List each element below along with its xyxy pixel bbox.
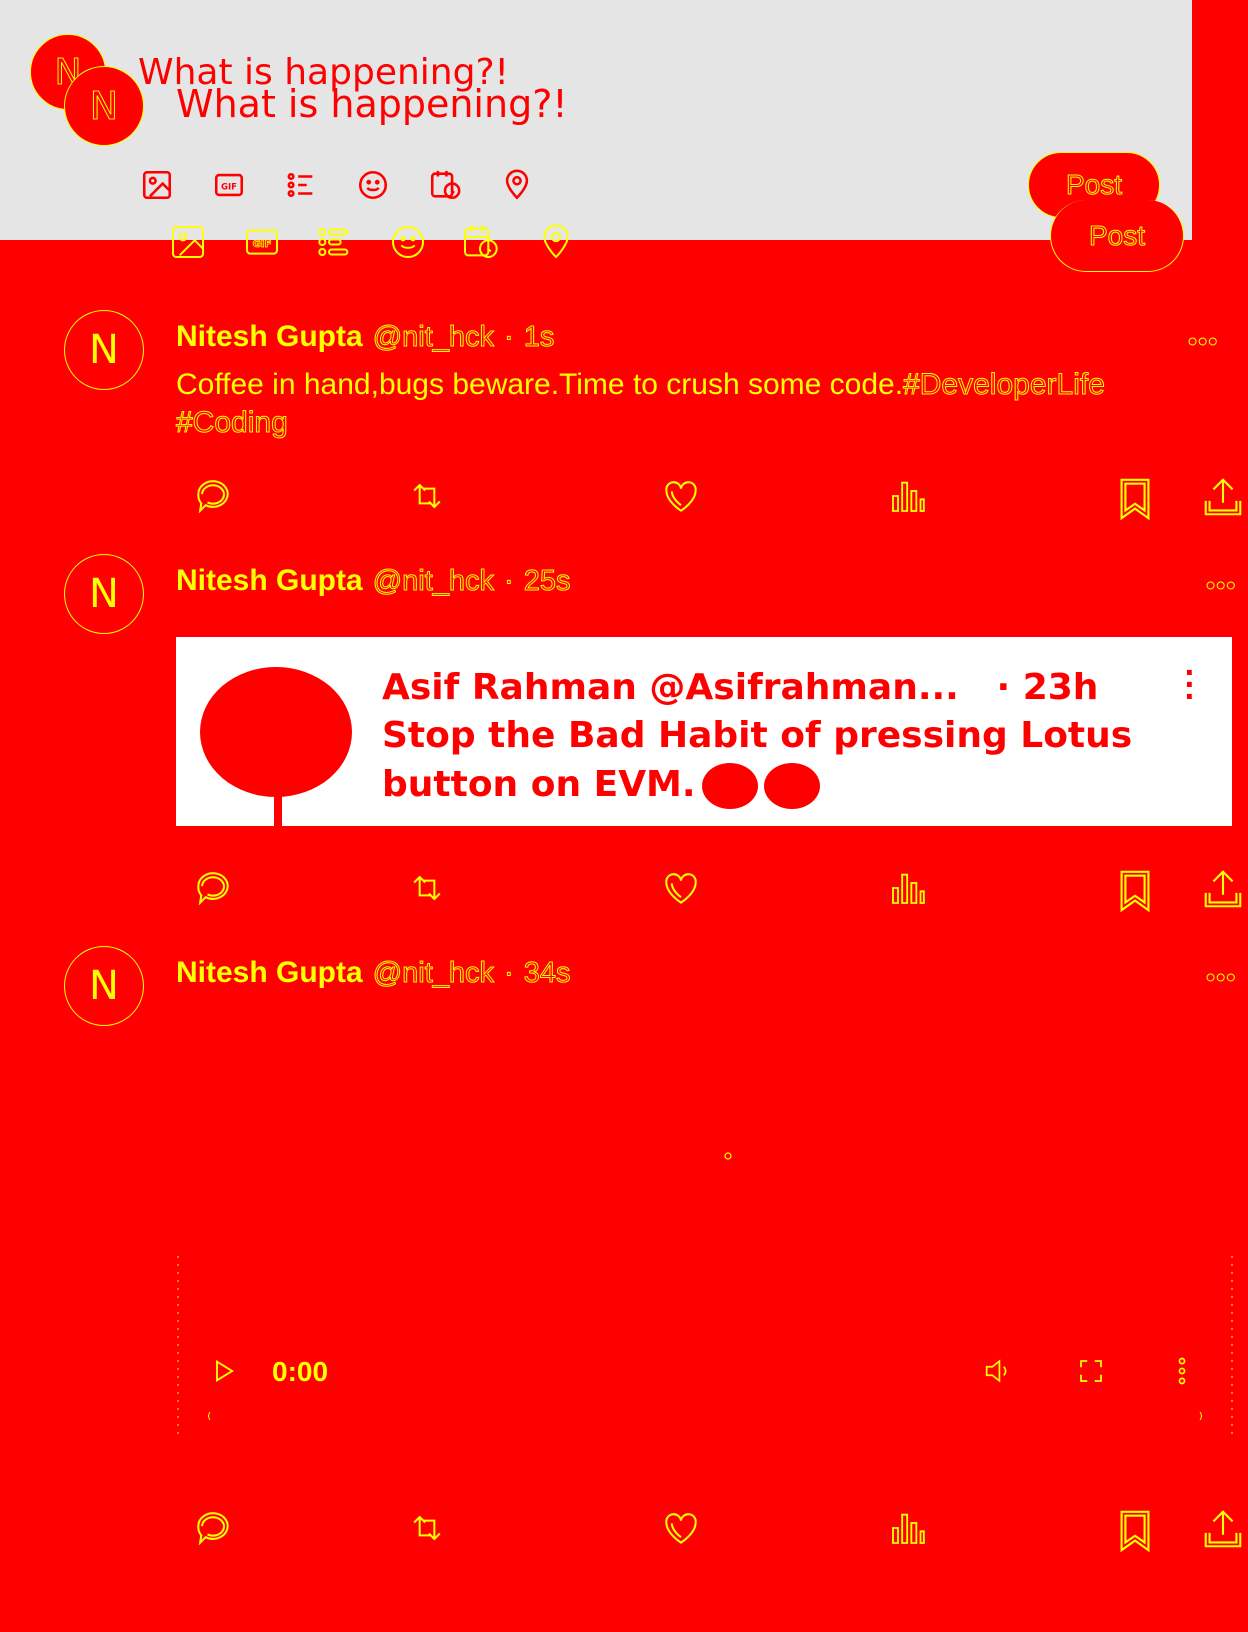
video-options-icon[interactable] <box>1174 1354 1190 1388</box>
image-icon[interactable] <box>140 168 174 202</box>
avatar[interactable]: N <box>64 946 144 1026</box>
more-icon[interactable]: ••• <box>1187 326 1218 357</box>
views-icon[interactable] <box>888 1506 928 1555</box>
reply-icon[interactable] <box>190 474 236 523</box>
gif-icon[interactable]: GIF <box>212 168 246 202</box>
tweet-time[interactable]: 34s <box>523 957 571 990</box>
share-icon[interactable] <box>1200 1506 1246 1557</box>
retweet-icon[interactable] <box>404 1506 450 1555</box>
quoted-more-icon: · · · <box>1184 654 1196 716</box>
tweet-actions <box>0 474 1248 530</box>
tweet-time[interactable]: 25s <box>523 565 571 598</box>
hashtag[interactable]: #Coding <box>176 406 289 440</box>
author-handle[interactable]: @nit_hck <box>372 957 494 990</box>
location-icon[interactable] <box>500 168 534 202</box>
retweet-icon[interactable] <box>404 866 450 915</box>
author-name[interactable]: Nitesh Gupta <box>176 320 363 353</box>
fullscreen-icon[interactable] <box>1076 1356 1106 1386</box>
video-frame <box>177 1152 1233 1440</box>
meta-separator: · <box>504 565 515 598</box>
author-handle[interactable]: @nit_hck <box>372 565 494 598</box>
author-name[interactable]: Nitesh Gupta <box>176 956 363 989</box>
svg-text:GIF: GIF <box>221 182 237 192</box>
tweet-header: Nitesh Gupta @nit_hck · 34s <box>176 956 571 990</box>
quoted-post-image[interactable]: Asif Rahman @Asifrahman... · 23h · · · Sto… <box>176 634 1232 826</box>
like-icon[interactable] <box>658 866 704 915</box>
bookmark-icon[interactable] <box>1112 474 1158 529</box>
video-player[interactable]: 0:00 <box>176 1030 1234 1450</box>
avatar[interactable]: N <box>64 554 144 634</box>
schedule-icon[interactable] <box>428 168 462 202</box>
svg-text:GIF: GIF <box>253 239 272 250</box>
composer-avatar-echo: N <box>64 66 144 146</box>
reply-icon[interactable] <box>190 1506 236 1555</box>
bookmark-icon[interactable] <box>1112 1506 1158 1561</box>
share-icon[interactable] <box>1200 474 1246 525</box>
composer-input-echo: What is happening?! <box>176 82 568 126</box>
tweet-text: Coffee in hand,bugs beware.Time to crush… <box>176 368 1106 440</box>
quoted-avatar-stem <box>274 787 282 826</box>
views-icon[interactable] <box>888 866 928 915</box>
views-icon[interactable] <box>888 474 928 523</box>
video-time: 0:00 <box>272 1356 329 1387</box>
reply-icon[interactable] <box>190 866 236 915</box>
tweet-time[interactable]: 1s <box>523 321 555 354</box>
retweet-icon[interactable] <box>404 474 450 523</box>
author-name[interactable]: Nitesh Gupta <box>176 564 363 597</box>
volume-icon[interactable] <box>980 1354 1016 1388</box>
like-icon[interactable] <box>658 1506 704 1555</box>
schedule-icon <box>460 222 500 262</box>
gif-icon: GIF <box>242 222 282 262</box>
tweet-header: Nitesh Gupta @nit_hck · 25s <box>176 564 571 598</box>
more-icon[interactable]: ••• <box>1205 570 1236 601</box>
quoted-author: Asif Rahman @Asifrahman... · 23h <box>382 667 1099 708</box>
play-icon[interactable] <box>210 1356 238 1386</box>
meta-separator: · <box>504 957 515 990</box>
quoted-text-line: Stop the Bad Habit of pressing Lotus <box>382 715 1133 756</box>
bookmark-icon[interactable] <box>1112 866 1158 921</box>
emoji-icon <box>388 222 428 262</box>
emoji-icon[interactable] <box>356 168 390 202</box>
location-icon <box>536 222 576 262</box>
meta-separator: · <box>504 321 515 354</box>
tweet-header: Nitesh Gupta @nit_hck · 1s <box>176 320 555 354</box>
poll-icon <box>314 222 354 262</box>
emoji-image <box>701 763 758 809</box>
like-icon[interactable] <box>658 474 704 523</box>
image-icon <box>168 222 208 262</box>
more-icon[interactable]: ••• <box>1205 962 1236 993</box>
avatar[interactable]: N <box>64 310 144 390</box>
hashtag[interactable]: #DeveloperLife <box>903 368 1106 402</box>
poll-icon[interactable] <box>284 168 318 202</box>
post-button-echo: Post <box>1050 200 1184 272</box>
emoji-image <box>763 763 820 809</box>
tweet-actions <box>0 866 1248 922</box>
share-icon[interactable] <box>1200 866 1246 917</box>
tweet-actions <box>0 1506 1248 1562</box>
quoted-text-line: button on EVM. <box>382 763 820 809</box>
quoted-avatar-image <box>200 667 352 797</box>
author-handle[interactable]: @nit_hck <box>372 321 494 354</box>
